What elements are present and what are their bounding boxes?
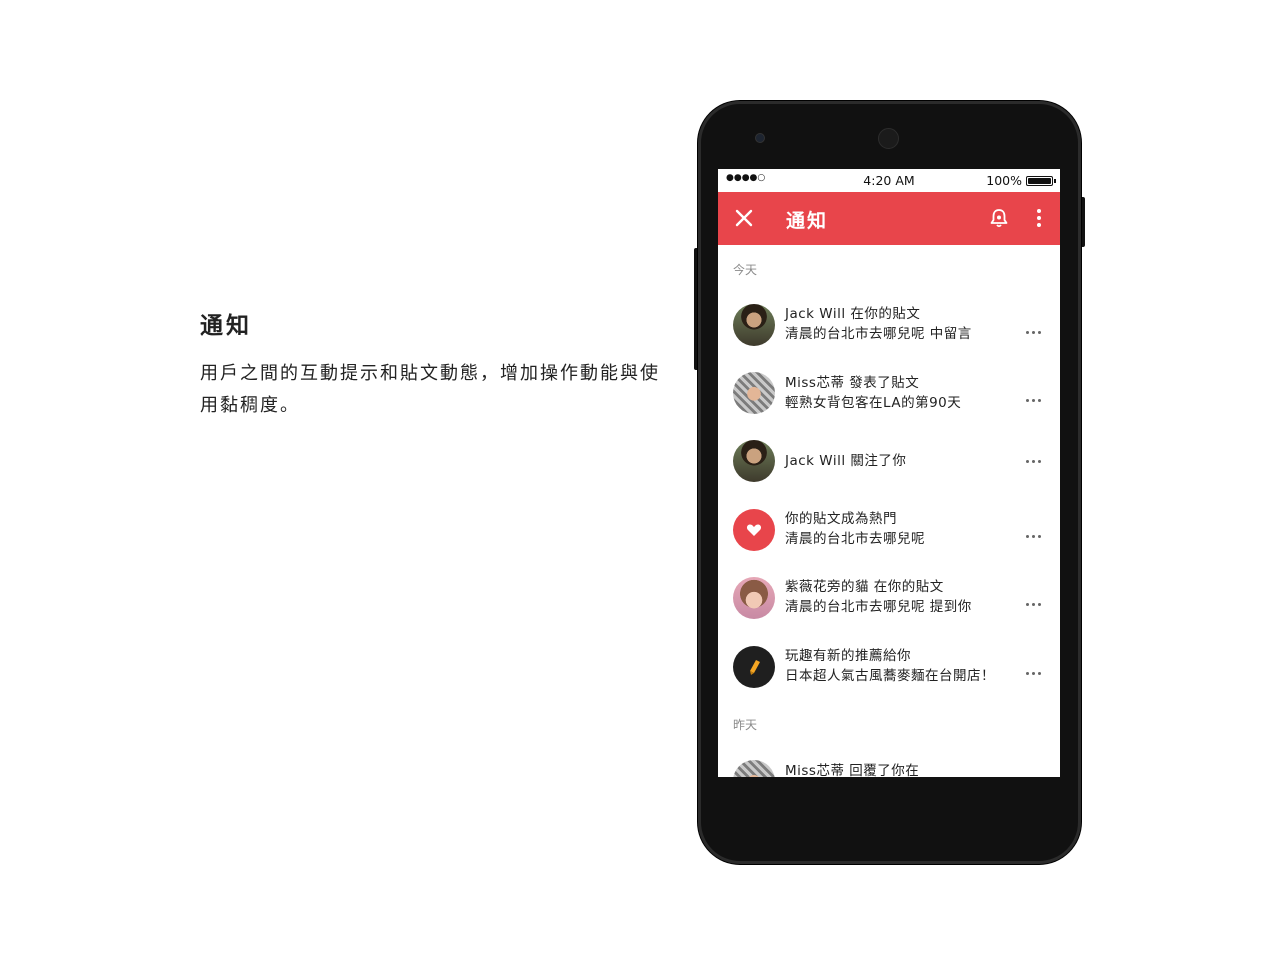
notification-text: Miss芯蒂 發表了貼文 輕熟女背包客在LA的第90天	[785, 373, 1020, 413]
notification-line1: Miss芯蒂 回覆了你在	[785, 763, 920, 777]
notification-line1: 紫薇花旁的貓 在你的貼文	[785, 579, 944, 595]
avatar	[733, 304, 775, 346]
notification-text: 玩趣有新的推薦給你 日本超人氣古風蕎麥麵在台開店！	[785, 646, 1020, 686]
notification-line2: 清晨的台北市去哪兒呢	[785, 531, 925, 547]
heart-icon	[733, 509, 775, 551]
notification-text: Jack Will 關注了你	[785, 451, 1020, 471]
section-label-today: 今天	[733, 263, 758, 277]
more-horiz-icon[interactable]	[1026, 387, 1048, 402]
notification-item[interactable]: Miss芯蒂 發表了貼文 輕熟女背包客在LA的第90天	[718, 362, 1060, 424]
notification-text: 紫薇花旁的貓 在你的貼文 清晨的台北市去哪兒呢 提到你	[785, 577, 1020, 617]
notification-line2: 清晨的台北市去哪兒呢 提到你	[785, 599, 972, 615]
notification-text: 你的貼文成為熱門 清晨的台北市去哪兒呢	[785, 509, 1020, 549]
notification-item[interactable]: 你的貼文成為熱門 清晨的台北市去哪兒呢	[718, 499, 1060, 561]
notification-line2: 日本超人氣古風蕎麥麵在台開店！	[785, 668, 995, 684]
camera-icon	[878, 128, 899, 149]
phone-screen: ●●●●○ 4:20 AM 100% 通知 今天 Jack Will 在你的貼文…	[718, 169, 1060, 777]
battery-tip	[1054, 179, 1056, 183]
notification-item[interactable]: Miss芯蒂 回覆了你在	[718, 752, 1060, 777]
notification-line1: 玩趣有新的推薦給你	[785, 648, 911, 664]
bell-settings-icon[interactable]	[988, 207, 1010, 229]
notification-text: Jack Will 在你的貼文 清晨的台北市去哪兒呢 中留言	[785, 304, 1020, 344]
notification-item[interactable]: Jack Will 在你的貼文 清晨的台北市去哪兒呢 中留言	[718, 294, 1060, 356]
pencil-icon	[733, 646, 775, 688]
close-icon[interactable]	[733, 207, 755, 229]
notification-line2: 輕熟女背包客在LA的第90天	[785, 395, 962, 411]
status-bar: ●●●●○ 4:20 AM 100%	[718, 169, 1060, 192]
notification-line1: Jack Will 關注了你	[785, 453, 907, 469]
more-horiz-icon[interactable]	[1026, 448, 1048, 463]
battery-icon	[1026, 176, 1053, 186]
battery-percentage: 100%	[986, 173, 1022, 188]
more-horiz-icon[interactable]	[1026, 319, 1048, 334]
notification-line1: 你的貼文成為熱門	[785, 511, 897, 527]
notification-line2: 清晨的台北市去哪兒呢 中留言	[785, 326, 972, 342]
section-description: 用戶之間的互動提示和貼文動態，增加操作動能與使用黏稠度。	[200, 363, 660, 416]
page-title: 通知	[786, 210, 829, 232]
more-horiz-icon[interactable]	[1026, 523, 1048, 538]
notification-line1: Miss芯蒂 發表了貼文	[785, 375, 920, 391]
avatar	[733, 440, 775, 482]
sensor-icon	[755, 133, 765, 143]
notification-line1: Jack Will 在你的貼文	[785, 306, 921, 322]
app-bar: 通知	[718, 192, 1060, 245]
section-label-yesterday: 昨天	[733, 718, 758, 732]
avatar	[733, 372, 775, 414]
notification-text: Miss芯蒂 回覆了你在	[785, 761, 1020, 777]
avatar	[733, 760, 775, 777]
avatar	[733, 577, 775, 619]
notification-item[interactable]: Jack Will 關注了你	[718, 431, 1060, 493]
more-horiz-icon[interactable]	[1026, 591, 1048, 606]
section-title: 通知	[200, 313, 252, 339]
more-horiz-icon[interactable]	[1026, 660, 1048, 675]
notification-item[interactable]: 玩趣有新的推薦給你 日本超人氣古風蕎麥麵在台開店！	[718, 636, 1060, 698]
more-vert-icon[interactable]	[1030, 207, 1048, 229]
notification-item[interactable]: 紫薇花旁的貓 在你的貼文 清晨的台北市去哪兒呢 提到你	[718, 567, 1060, 629]
